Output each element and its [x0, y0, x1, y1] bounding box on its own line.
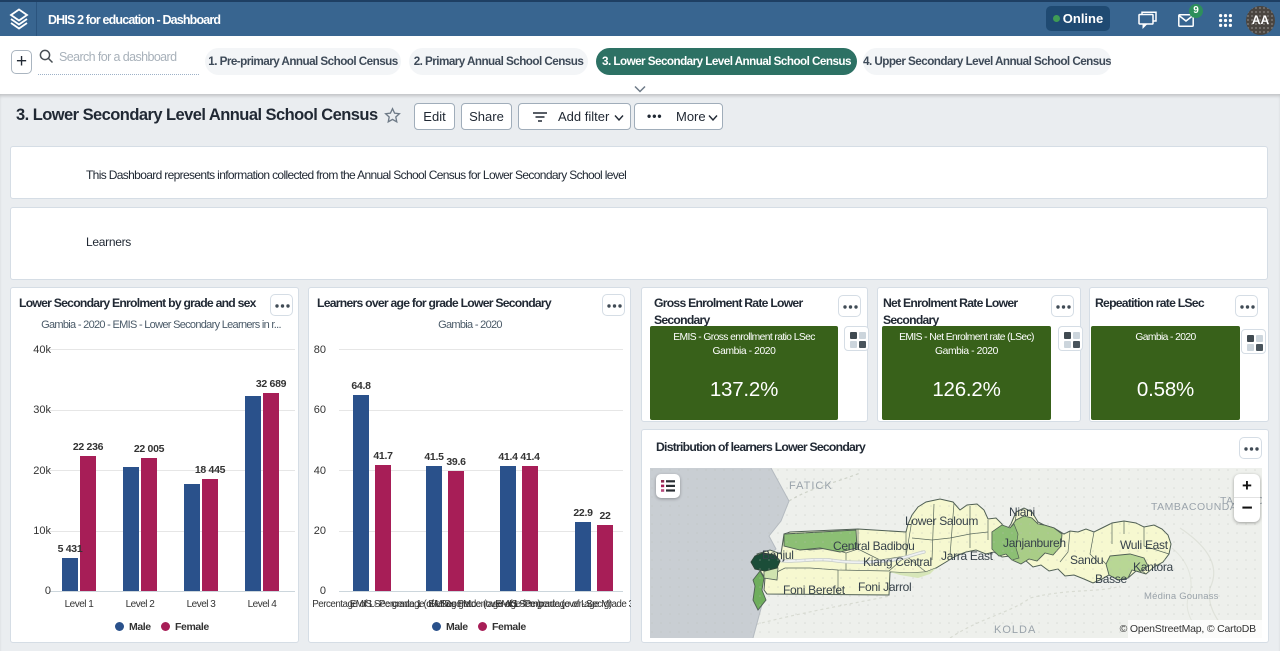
svg-text:Kantora: Kantora [1133, 560, 1174, 574]
svg-text:Médina Gounass: Médina Gounass [1144, 591, 1219, 602]
svg-text:Lower Saloum: Lower Saloum [905, 514, 978, 528]
svg-text:Banjul: Banjul [762, 548, 794, 562]
svg-text:Niani: Niani [1009, 505, 1035, 519]
svg-text:Kiang Central: Kiang Central [863, 555, 932, 569]
svg-text:KOLDA: KOLDA [994, 624, 1036, 636]
svg-text:© OpenStreetMap, © CartoDB: © OpenStreetMap, © CartoDB [1120, 623, 1257, 635]
svg-text:FATICK: FATICK [789, 480, 833, 492]
svg-text:Basse: Basse [1095, 572, 1127, 586]
svg-text:Foni Jarrol: Foni Jarrol [858, 580, 911, 594]
svg-text:Janjanbureh: Janjanbureh [1003, 536, 1066, 550]
svg-text:Sandu: Sandu [1070, 553, 1103, 567]
svg-text:Foni Berefet: Foni Berefet [783, 583, 846, 597]
svg-text:Wuli East: Wuli East [1120, 538, 1169, 552]
svg-text:Central Badibou: Central Badibou [833, 539, 915, 553]
svg-text:Jarra East: Jarra East [941, 549, 994, 563]
svg-text:TA: TA [1220, 495, 1234, 507]
